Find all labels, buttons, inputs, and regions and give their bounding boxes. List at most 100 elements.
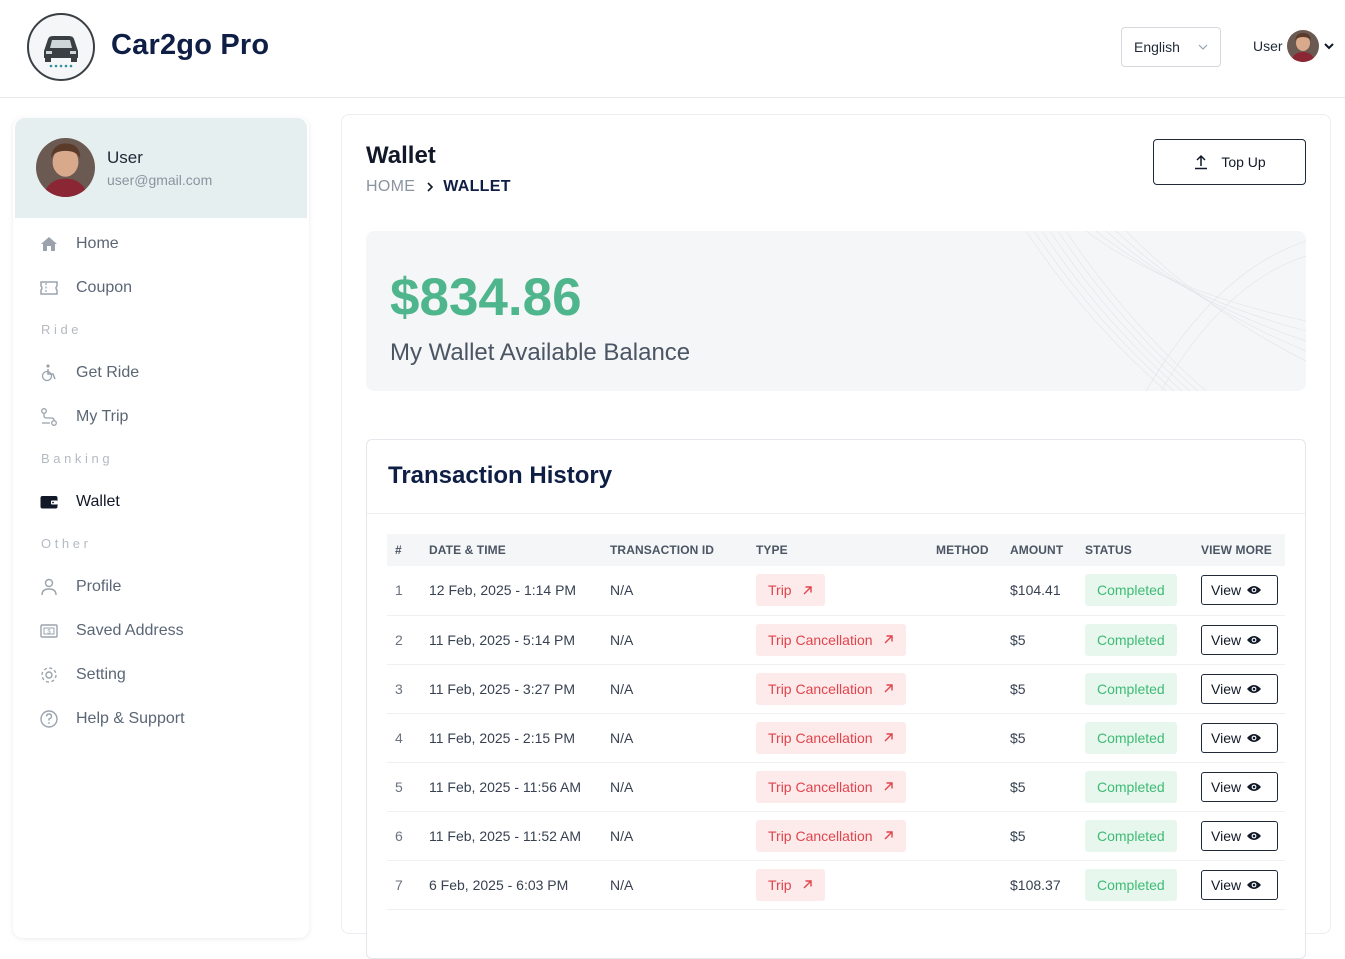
wallet-balance-amount: $834.86 [390, 268, 582, 327]
table-row: 2 11 Feb, 2025 - 5:14 PM N/A Trip Cancel… [387, 615, 1285, 665]
sidebar-item-my-trip[interactable]: My Trip [39, 405, 128, 429]
sidebar-item-help-support[interactable]: Help & Support [39, 707, 185, 731]
row-date: 11 Feb, 2025 - 11:56 AM [421, 762, 602, 812]
type-label: Trip Cancellation [768, 631, 873, 648]
sidebar-item-label: Wallet [76, 493, 120, 510]
row-amount: $108.37 [1002, 860, 1077, 910]
arrow-up-right-icon [884, 782, 893, 791]
row-date: 6 Feb, 2025 - 6:03 PM [421, 860, 602, 910]
row-amount: $5 [1002, 713, 1077, 763]
arrow-up-right-icon [884, 831, 893, 840]
view-button[interactable]: View [1201, 624, 1278, 655]
status-badge: Completed [1085, 672, 1177, 705]
table-row: 3 11 Feb, 2025 - 3:27 PM N/A Trip Cancel… [387, 664, 1285, 714]
view-label: View [1211, 582, 1242, 599]
wallet-icon [39, 492, 59, 512]
row-method [928, 860, 1002, 910]
row-transaction-id: N/A [602, 713, 748, 763]
view-button[interactable]: View [1201, 673, 1278, 704]
eye-icon [1247, 880, 1262, 889]
sidebar-item-wallet[interactable]: Wallet [39, 490, 120, 514]
sidebar-item-setting[interactable]: Setting [39, 663, 126, 687]
row-date: 11 Feb, 2025 - 5:14 PM [421, 615, 602, 665]
view-button[interactable]: View [1201, 722, 1278, 753]
brand-logo[interactable] [27, 13, 95, 81]
sidebar-profile-card[interactable]: User user@gmail.com [15, 118, 307, 218]
transaction-table: # DATE & TIME TRANSACTION ID TYPE METHOD… [387, 534, 1285, 910]
sidebar-item-label: Get Ride [76, 364, 140, 381]
eye-icon [1247, 586, 1262, 595]
money-card-icon: $ [39, 621, 59, 641]
row-number: 6 [387, 811, 421, 861]
view-button[interactable]: View [1201, 869, 1278, 900]
sidebar-item-home[interactable]: Home [39, 232, 119, 256]
type-label: Trip Cancellation [768, 827, 873, 844]
sidebar-item-label: Profile [76, 578, 122, 595]
row-number: 1 [387, 566, 421, 616]
table-row: 4 11 Feb, 2025 - 2:15 PM N/A Trip Cancel… [387, 713, 1285, 763]
arrow-up-right-icon [884, 635, 893, 644]
table-row: 5 11 Feb, 2025 - 11:56 AM N/A Trip Cance… [387, 762, 1285, 812]
type-badge[interactable]: Trip Cancellation [756, 819, 906, 852]
question-icon [39, 709, 59, 729]
view-label: View [1211, 680, 1242, 697]
top-bar: Car2go Pro English User [0, 0, 1345, 98]
row-number: 4 [387, 713, 421, 763]
status-badge: Completed [1085, 819, 1177, 852]
type-badge[interactable]: Trip [756, 574, 825, 607]
language-select[interactable]: English [1121, 27, 1221, 67]
top-up-label: Top Up [1221, 154, 1266, 170]
row-transaction-id: N/A [602, 762, 748, 812]
row-transaction-id: N/A [602, 615, 748, 665]
row-method [928, 762, 1002, 812]
view-button[interactable]: View [1201, 575, 1278, 606]
row-method [928, 615, 1002, 665]
type-badge[interactable]: Trip [756, 868, 825, 901]
view-button[interactable]: View [1201, 820, 1278, 851]
user-menu[interactable]: User [1253, 30, 1336, 62]
eye-icon [1247, 635, 1262, 644]
status-badge: Completed [1085, 574, 1177, 607]
section-label-other: Other [41, 536, 92, 551]
type-badge[interactable]: Trip Cancellation [756, 623, 906, 656]
chevron-down-icon [1198, 44, 1208, 50]
upload-icon [1195, 154, 1208, 170]
top-up-button[interactable]: Top Up [1153, 139, 1306, 185]
sidebar-item-get-ride[interactable]: Get Ride [39, 361, 139, 385]
transaction-history-title: Transaction History [388, 462, 613, 489]
home-icon [39, 234, 59, 254]
row-date: 11 Feb, 2025 - 11:52 AM [421, 811, 602, 861]
table-row: 1 12 Feb, 2025 - 1:14 PM N/A Trip $104.4… [387, 566, 1285, 616]
wallet-balance-card: $834.86 My Wallet Available Balance [366, 231, 1306, 391]
row-transaction-id: N/A [602, 664, 748, 714]
profile-email: user@gmail.com [107, 172, 213, 188]
row-amount: $5 [1002, 664, 1077, 714]
avatar [1286, 30, 1319, 62]
type-badge[interactable]: Trip Cancellation [756, 721, 906, 754]
type-label: Trip [768, 876, 792, 893]
person-icon [39, 577, 59, 597]
arrow-up-right-icon [884, 733, 893, 742]
row-number: 2 [387, 615, 421, 665]
column-header: TRANSACTION ID [610, 543, 715, 557]
view-label: View [1211, 729, 1242, 746]
transaction-table-body: 1 12 Feb, 2025 - 1:14 PM N/A Trip $104.4… [387, 566, 1285, 910]
language-value: English [1134, 39, 1180, 55]
sidebar-item-saved-address[interactable]: $ Saved Address [39, 619, 184, 643]
section-label-ride: Ride [41, 322, 83, 337]
eye-icon [1247, 684, 1262, 693]
status-badge: Completed [1085, 721, 1177, 754]
row-number: 7 [387, 860, 421, 910]
row-amount: $104.41 [1002, 566, 1077, 616]
main-panel: Wallet HOME WALLET Top Up $834.86 My Wal… [341, 114, 1331, 959]
type-label: Trip [768, 582, 792, 599]
arrow-up-right-icon [884, 684, 893, 693]
status-badge: Completed [1085, 770, 1177, 803]
sidebar-item-profile[interactable]: Profile [39, 575, 121, 599]
breadcrumb-home[interactable]: HOME [366, 178, 415, 196]
view-button[interactable]: View [1201, 771, 1278, 802]
sidebar-item-label: Home [76, 235, 119, 252]
type-badge[interactable]: Trip Cancellation [756, 770, 906, 803]
type-badge[interactable]: Trip Cancellation [756, 672, 906, 705]
sidebar-item-coupon[interactable]: Coupon [39, 276, 132, 300]
